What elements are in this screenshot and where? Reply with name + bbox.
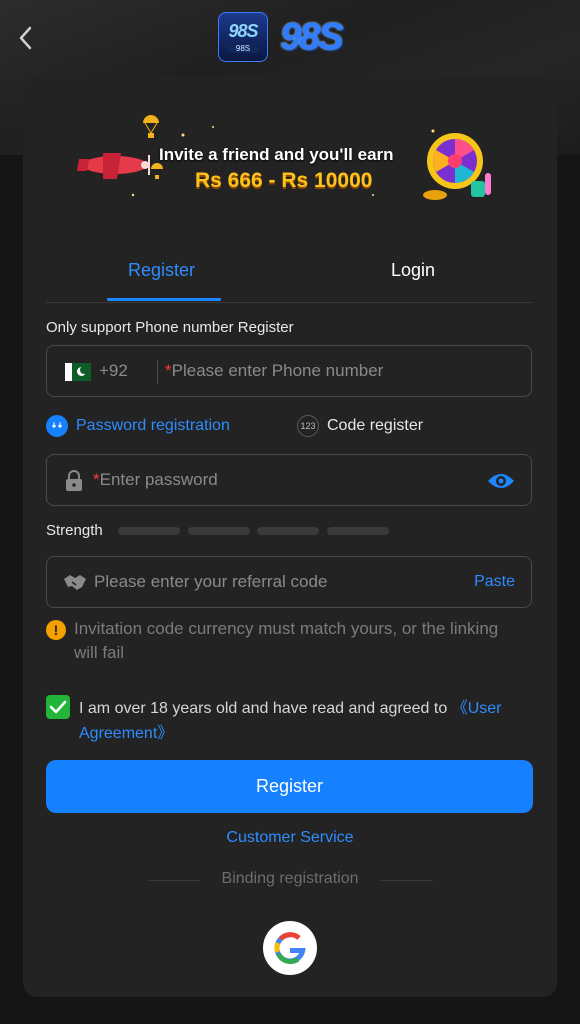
paste-button[interactable]: Paste	[474, 573, 515, 591]
handshake-icon	[63, 573, 87, 596]
prize-wheel-icon	[423, 133, 491, 200]
agreement-text: I am over 18 years old and have read and…	[79, 700, 502, 742]
google-icon	[274, 932, 306, 965]
phone-register-hint: Only support Phone number Register	[46, 319, 294, 336]
brand-wordmark: 98S	[280, 16, 344, 58]
binding-registration-label: Binding registration	[221, 870, 359, 887]
app-badge-icon: 98S 98S	[218, 12, 268, 62]
phone-placeholder: *Please enter Phone number	[165, 361, 384, 380]
google-login-button[interactable]	[263, 921, 317, 975]
numeric-code-icon[interactable]: 123	[297, 415, 319, 437]
strength-segment	[188, 527, 250, 535]
password-input[interactable]: *Enter password	[46, 454, 532, 506]
referral-code-input[interactable]: Please enter your referral code Paste	[46, 556, 532, 608]
password-placeholder: *Enter password	[93, 470, 218, 489]
strength-segment	[327, 527, 389, 535]
airplane-icon	[77, 153, 150, 179]
referral-placeholder: Please enter your referral code	[94, 572, 328, 591]
divider	[157, 360, 158, 384]
tab-login[interactable]: Login	[391, 260, 435, 281]
invite-banner[interactable]: Invite a friend and you'll earn Rs 666 -…	[73, 115, 513, 211]
radio-selected-icon[interactable]	[46, 415, 68, 437]
divider	[381, 880, 433, 881]
register-submit-button[interactable]: Register	[46, 760, 533, 813]
active-tab-indicator	[107, 298, 221, 301]
warning-icon: !	[46, 620, 66, 640]
strength-segment	[257, 527, 319, 535]
show-password-eye-icon[interactable]	[487, 471, 515, 496]
country-code[interactable]: +92	[99, 361, 128, 381]
pakistan-flag-icon[interactable]	[65, 363, 91, 381]
auth-tabs: Register Login	[46, 252, 533, 303]
phone-input[interactable]: +92 *Please enter Phone number	[46, 345, 532, 397]
checkmark-icon	[49, 700, 67, 714]
currency-warning: Invitation code currency must match your…	[74, 619, 499, 662]
option-password-label: Password registration	[76, 417, 230, 434]
back-arrow-icon[interactable]	[14, 24, 38, 52]
banner-headline: Invite a friend and you'll earn	[159, 145, 394, 164]
option-code-label: Code register	[327, 417, 424, 434]
strength-segment	[118, 527, 180, 535]
tab-register[interactable]: Register	[128, 260, 195, 281]
strength-label: Strength	[46, 522, 103, 539]
banner-reward: Rs 666 - Rs 10000	[195, 169, 373, 192]
register-card: Invite a friend and you'll earn Rs 666 -…	[23, 77, 557, 997]
customer-service-link[interactable]: Customer Service	[23, 829, 557, 847]
agreement-checkbox[interactable]	[46, 695, 70, 719]
lock-icon	[65, 470, 83, 497]
